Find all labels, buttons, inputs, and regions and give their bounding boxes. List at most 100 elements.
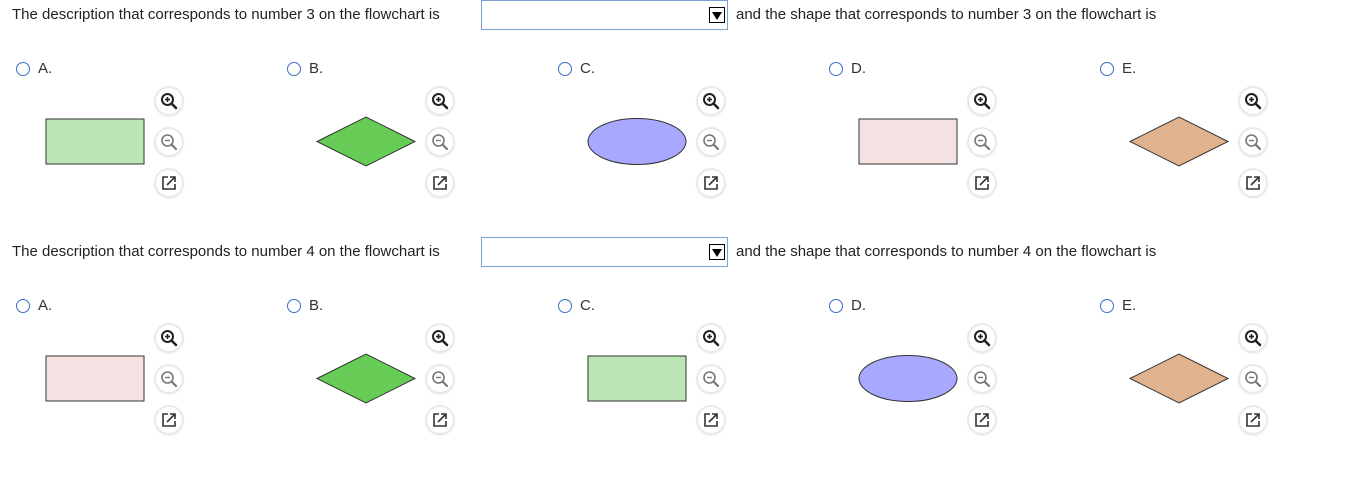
zoom-in-icon [432, 330, 449, 347]
rectangle-shape [858, 118, 958, 165]
option-c[interactable]: C. [558, 60, 758, 212]
radio-button[interactable] [16, 62, 30, 76]
zoom-in-icon [703, 93, 720, 110]
chevron-down-icon[interactable] [709, 244, 725, 260]
zoom-in-icon [161, 330, 178, 347]
zoom-in-icon [974, 330, 991, 347]
option-label: D. [851, 60, 866, 77]
popout-button[interactable] [156, 407, 182, 433]
radio-button[interactable] [558, 299, 572, 313]
radio-button[interactable] [16, 299, 30, 313]
option-label: E. [1122, 297, 1137, 314]
popout-icon [162, 413, 176, 427]
radio-button[interactable] [287, 299, 301, 313]
popout-icon [975, 413, 989, 427]
popout-icon [162, 176, 176, 190]
description-dropdown[interactable] [481, 0, 728, 30]
option-e[interactable]: E. [1100, 60, 1300, 212]
zoom-in-button[interactable] [427, 88, 453, 114]
diamond-shape [315, 116, 417, 167]
option-label: A. [38, 60, 53, 77]
zoom-out-icon [703, 134, 720, 151]
ellipse-shape [858, 355, 958, 402]
zoom-out-icon [161, 371, 178, 388]
option-label: C. [580, 297, 595, 314]
popout-button[interactable] [427, 170, 453, 196]
popout-icon [704, 413, 718, 427]
diamond-shape [1128, 353, 1230, 404]
radio-button[interactable] [287, 62, 301, 76]
popout-icon [433, 413, 447, 427]
popout-icon [1246, 413, 1260, 427]
popout-icon [704, 176, 718, 190]
popout-icon [1246, 176, 1260, 190]
zoom-out-button[interactable] [969, 366, 995, 392]
popout-button[interactable] [1240, 170, 1266, 196]
option-label: B. [309, 297, 324, 314]
option-a[interactable]: A. [16, 60, 216, 212]
question-suffix: and the shape that corresponds to number… [736, 6, 1157, 23]
option-c[interactable]: C. [558, 297, 758, 449]
zoom-out-button[interactable] [156, 366, 182, 392]
zoom-out-button[interactable] [427, 129, 453, 155]
zoom-in-button[interactable] [156, 88, 182, 114]
description-dropdown[interactable] [481, 237, 728, 267]
option-label: A. [38, 297, 53, 314]
zoom-out-button[interactable] [427, 366, 453, 392]
zoom-out-icon [161, 134, 178, 151]
zoom-out-button[interactable] [698, 129, 724, 155]
popout-button[interactable] [969, 170, 995, 196]
zoom-out-icon [432, 371, 449, 388]
zoom-in-button[interactable] [1240, 88, 1266, 114]
zoom-in-button[interactable] [1240, 325, 1266, 351]
zoom-in-button[interactable] [698, 88, 724, 114]
radio-button[interactable] [829, 299, 843, 313]
zoom-in-button[interactable] [156, 325, 182, 351]
popout-button[interactable] [969, 407, 995, 433]
radio-button[interactable] [1100, 62, 1114, 76]
zoom-out-icon [1245, 134, 1262, 151]
option-label: C. [580, 60, 595, 77]
radio-button[interactable] [558, 62, 572, 76]
popout-icon [975, 176, 989, 190]
zoom-out-button[interactable] [969, 129, 995, 155]
zoom-in-icon [703, 330, 720, 347]
zoom-in-icon [432, 93, 449, 110]
option-b[interactable]: B. [287, 60, 487, 212]
popout-button[interactable] [427, 407, 453, 433]
rectangle-shape [45, 355, 145, 402]
zoom-in-button[interactable] [698, 325, 724, 351]
zoom-in-button[interactable] [969, 88, 995, 114]
option-d[interactable]: D. [829, 297, 1029, 449]
popout-button[interactable] [156, 170, 182, 196]
option-e[interactable]: E. [1100, 297, 1300, 449]
question-suffix: and the shape that corresponds to number… [736, 243, 1157, 260]
radio-button[interactable] [1100, 299, 1114, 313]
chevron-down-icon[interactable] [709, 7, 725, 23]
zoom-out-icon [974, 371, 991, 388]
popout-button[interactable] [1240, 407, 1266, 433]
zoom-in-button[interactable] [427, 325, 453, 351]
zoom-in-icon [1245, 330, 1262, 347]
zoom-out-button[interactable] [1240, 366, 1266, 392]
zoom-in-icon [161, 93, 178, 110]
zoom-out-icon [974, 134, 991, 151]
diamond-shape [315, 353, 417, 404]
popout-button[interactable] [698, 170, 724, 196]
zoom-out-button[interactable] [698, 366, 724, 392]
option-label: D. [851, 297, 866, 314]
popout-icon [433, 176, 447, 190]
rectangle-shape [45, 118, 145, 165]
zoom-out-icon [1245, 371, 1262, 388]
option-label: B. [309, 60, 324, 77]
ellipse-shape [587, 118, 687, 165]
option-d[interactable]: D. [829, 60, 1029, 212]
zoom-in-icon [974, 93, 991, 110]
option-b[interactable]: B. [287, 297, 487, 449]
zoom-out-button[interactable] [156, 129, 182, 155]
radio-button[interactable] [829, 62, 843, 76]
option-a[interactable]: A. [16, 297, 216, 449]
zoom-out-button[interactable] [1240, 129, 1266, 155]
zoom-in-button[interactable] [969, 325, 995, 351]
popout-button[interactable] [698, 407, 724, 433]
